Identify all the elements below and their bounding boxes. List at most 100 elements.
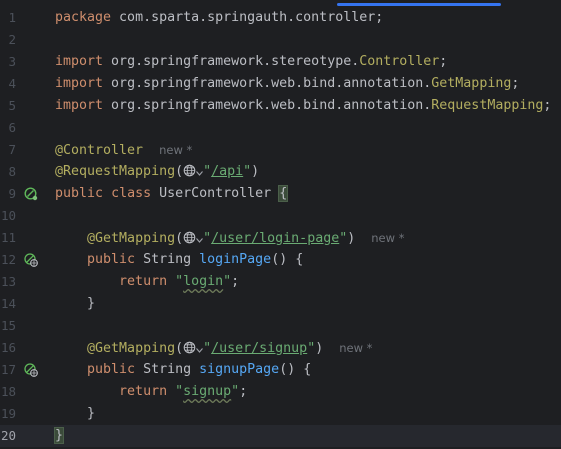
- code-text[interactable]: }: [53, 425, 65, 447]
- string-token: ": [231, 384, 240, 399]
- keyword-token: class: [111, 186, 152, 201]
- code-line[interactable]: 13 return "login";: [0, 271, 561, 293]
- code-text[interactable]: package com.sparta.springauth.controller…: [55, 7, 383, 29]
- annotation-token: @GetMapping: [87, 231, 176, 246]
- url-path-link[interactable]: /api: [211, 164, 243, 179]
- code-token: com.sparta.springauth.controller;: [111, 10, 384, 25]
- line-number: 4: [8, 76, 16, 91]
- code-line[interactable]: 14 }: [0, 293, 561, 315]
- code-text[interactable]: public String signupPage() {: [55, 359, 311, 381]
- author-inlay-hint[interactable]: new *: [371, 231, 404, 245]
- keyword-token: return: [119, 384, 168, 399]
- code-line[interactable]: 8 @RequestMapping("/api"): [0, 161, 561, 183]
- line-number: 17: [0, 362, 16, 377]
- spring-bean-gutter-icon[interactable]: [24, 187, 38, 201]
- line-number: 14: [0, 296, 16, 311]
- code-token: org.springframework.web.bind.annotation.: [103, 98, 432, 113]
- code-token: ;: [543, 98, 552, 113]
- line-number: 3: [8, 54, 16, 69]
- code-token: ;: [239, 384, 248, 399]
- code-line[interactable]: 4 import org.springframework.web.bind.ann…: [0, 73, 561, 95]
- line-number: 11: [0, 230, 16, 245]
- code-text[interactable]: import org.springframework.stereotype.Co…: [55, 51, 447, 73]
- author-inlay-hint[interactable]: new *: [339, 341, 372, 355]
- string-token: ": [223, 274, 232, 289]
- code-line[interactable]: 1 package com.sparta.springauth.controlle…: [0, 7, 561, 29]
- code-line[interactable]: 10: [0, 205, 561, 227]
- method-name-token: loginPage: [199, 252, 272, 267]
- code-text[interactable]: }: [55, 403, 95, 425]
- keyword-token: return: [119, 274, 168, 289]
- line-number: 5: [8, 98, 16, 113]
- string-token: ": [203, 231, 212, 246]
- code-line[interactable]: 7 @Controller new *: [0, 139, 561, 161]
- code-text[interactable]: return "login";: [55, 271, 239, 293]
- line-number: 1: [8, 10, 16, 25]
- code-text[interactable]: }: [55, 293, 95, 315]
- code-line[interactable]: 20}: [0, 425, 561, 447]
- code-token: (: [175, 164, 184, 179]
- url-path-link[interactable]: /user/login-page: [211, 231, 339, 246]
- code-editor[interactable]: 1 package com.sparta.springauth.controlle…: [0, 0, 561, 449]
- code-line[interactable]: 17 public String signupPage() {: [0, 359, 561, 381]
- code-token: (: [175, 341, 184, 356]
- code-line[interactable]: 15: [0, 315, 561, 337]
- code-line[interactable]: 11 @GetMapping("/user/login-page") new *: [0, 227, 561, 249]
- string-token: ": [203, 341, 212, 356]
- code-text[interactable]: @Controller new *: [55, 139, 192, 162]
- line-number: 13: [0, 274, 16, 289]
- keyword-token: public: [87, 252, 136, 267]
- keyword-token: import: [55, 54, 104, 69]
- line-number: 7: [8, 142, 16, 157]
- code-line[interactable]: 12 public String loginPage() {: [0, 249, 561, 271]
- code-text[interactable]: return "signup";: [55, 381, 247, 403]
- code-line[interactable]: 19 }: [0, 403, 561, 425]
- author-inlay-hint[interactable]: new *: [159, 143, 192, 157]
- web-endpoint-gutter-icon[interactable]: [24, 363, 38, 377]
- line-number: 16: [0, 340, 16, 355]
- method-name-token: signupPage: [199, 362, 280, 377]
- view-name-string: signup: [183, 384, 232, 399]
- class-name-token: GetMapping: [431, 76, 512, 91]
- code-text[interactable]: @RequestMapping("/api"): [55, 161, 259, 185]
- line-number: 6: [8, 120, 16, 135]
- code-token: String: [135, 252, 200, 267]
- code-text[interactable]: import org.springframework.web.bind.anno…: [55, 73, 519, 95]
- code-text[interactable]: public String loginPage() {: [55, 249, 303, 271]
- code-token: ;: [231, 274, 240, 289]
- web-endpoint-gutter-icon[interactable]: [24, 253, 38, 267]
- globe-icon[interactable]: [183, 163, 204, 185]
- code-line[interactable]: 2: [0, 29, 561, 51]
- code-token: ;: [511, 76, 520, 91]
- keyword-token: import: [55, 76, 104, 91]
- url-path-link[interactable]: /user/signup: [211, 341, 307, 356]
- keyword-token: public: [87, 362, 136, 377]
- keyword-token: import: [55, 98, 104, 113]
- view-name-string: login: [183, 274, 224, 289]
- class-name-token: Controller: [359, 54, 440, 69]
- line-number: 2: [8, 32, 16, 47]
- code-line[interactable]: 5 import org.springframework.web.bind.ann…: [0, 95, 561, 117]
- code-line[interactable]: 3 import org.springframework.stereotype.C…: [0, 51, 561, 73]
- code-line[interactable]: 18 return "signup";: [0, 381, 561, 403]
- code-token: org.springframework.stereotype.: [103, 54, 360, 69]
- line-number: 12: [0, 252, 16, 267]
- code-line[interactable]: 9 public class UserController {: [0, 183, 561, 205]
- code-token: () {: [279, 362, 312, 377]
- annotation-token: @RequestMapping: [55, 164, 176, 179]
- code-text[interactable]: import org.springframework.web.bind.anno…: [55, 95, 551, 117]
- code-text[interactable]: public class UserController {: [55, 183, 289, 205]
- code-token: () {: [271, 252, 304, 267]
- code-line[interactable]: 6: [0, 117, 561, 139]
- code-line[interactable]: 16 @GetMapping("/user/signup") new *: [0, 337, 561, 359]
